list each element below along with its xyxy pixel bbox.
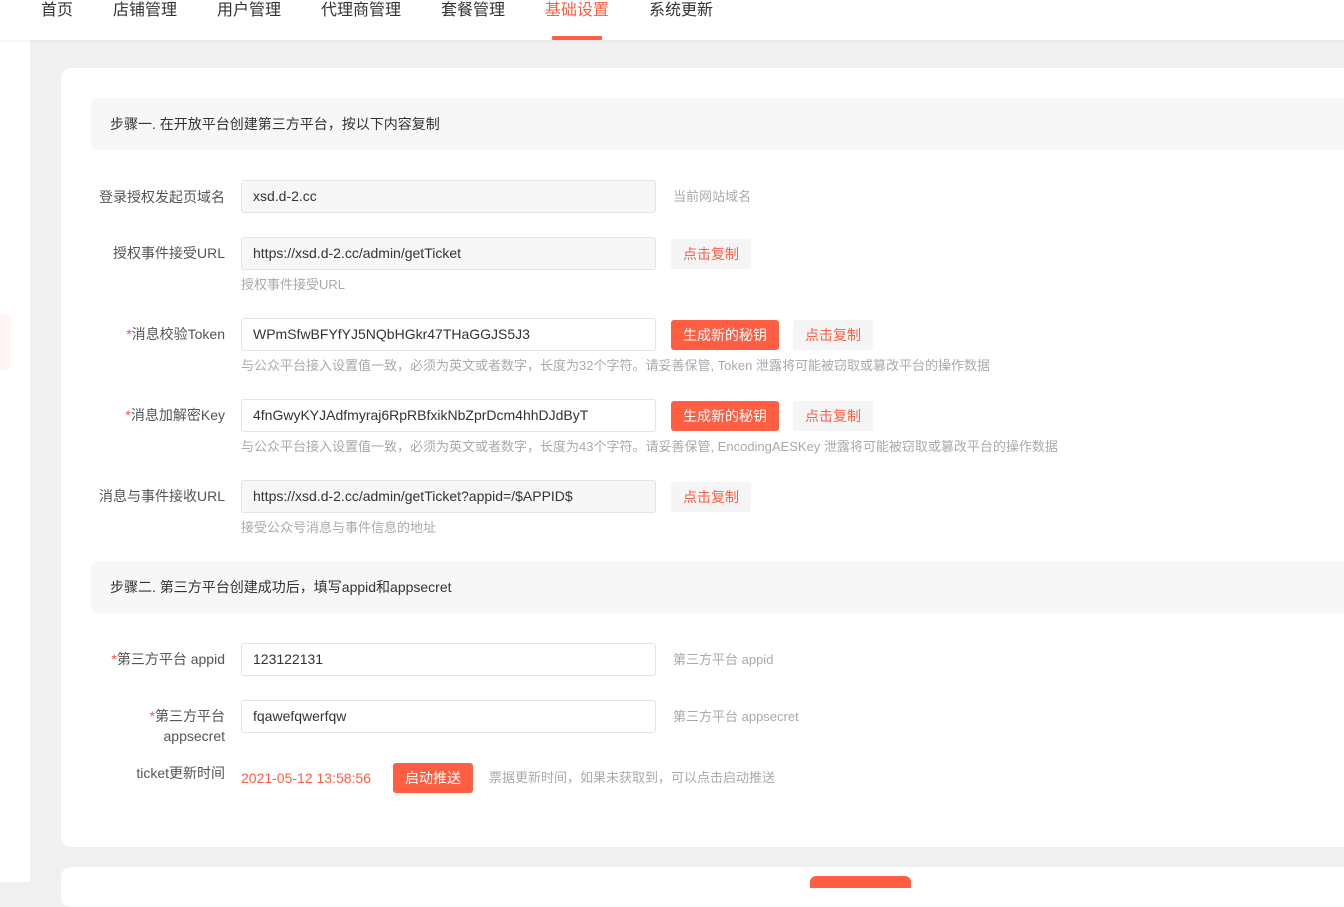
token-copy-button[interactable]: 点击复制	[793, 320, 873, 350]
aes-key-label-text: 消息加解密Key	[130, 407, 225, 423]
token-generate-button[interactable]: 生成新的秘钥	[671, 320, 779, 350]
msg-url-field[interactable]: https://xsd.d-2.cc/admin/getTicket?appid…	[241, 480, 656, 513]
nav-item-home[interactable]: 首页	[41, 0, 73, 40]
aes-key-label: *消息加解密Key	[0, 405, 225, 425]
msg-url-hint: 接受公众号消息与事件信息的地址	[241, 520, 437, 535]
token-hint: 与公众平台接入设置值一致，必须为英文或者数字，长度为32个字符。请妥善保管, T…	[241, 358, 990, 373]
step2-banner: 步骤二. 第三方平台创建成功后，填写appid和appsecret	[91, 561, 1344, 613]
aes-key-field[interactable]: 4fnGwyKYJAdfmyraj6RpRBfxikNbZprDcm4hhDJd…	[241, 399, 656, 432]
nav-item-updates[interactable]: 系统更新	[649, 0, 713, 40]
ticket-time-value: 2021-05-12 13:58:56	[241, 770, 371, 786]
appid-label-text: 第三方平台 appid	[116, 651, 225, 667]
aes-key-hint: 与公众平台接入设置值一致，必须为英文或者数字，长度为43个字符。请妥善保管, E…	[241, 439, 1058, 454]
auth-url-hint: 授权事件接受URL	[241, 277, 346, 292]
aes-key-generate-button[interactable]: 生成新的秘钥	[671, 401, 779, 431]
appid-input[interactable]: 123122131	[241, 643, 656, 676]
nav-item-shop[interactable]: 店铺管理	[113, 0, 177, 40]
start-push-button[interactable]: 启动推送	[393, 763, 473, 793]
token-label: *消息校验Token	[0, 324, 225, 344]
nav-active-indicator	[552, 36, 602, 40]
ticket-time-hint: 票据更新时间，如果未获取到，可以点击启动推送	[489, 770, 776, 785]
msg-url-copy-button[interactable]: 点击复制	[671, 482, 751, 512]
appsecret-label-line2: appsecret	[163, 728, 225, 744]
nav-item-settings[interactable]: 基础设置	[545, 0, 609, 40]
second-card-button[interactable]	[810, 876, 911, 888]
token-field[interactable]: WPmSfwBFYfYJ5NQbHGkr47THaGGJS5J3	[241, 318, 656, 351]
appid-hint: 第三方平台 appid	[673, 652, 774, 667]
appsecret-input[interactable]: fqawefqwerfqw	[241, 700, 656, 733]
appsecret-label: *第三方平台 appsecret	[0, 706, 225, 746]
nav-item-agents[interactable]: 代理商管理	[321, 0, 401, 40]
appsecret-label-line1: 第三方平台	[155, 708, 225, 724]
login-domain-label: 登录授权发起页域名	[99, 189, 225, 205]
step1-banner: 步骤一. 在开放平台创建第三方平台，按以下内容复制	[91, 98, 1344, 150]
sidebar	[0, 40, 30, 882]
login-domain-hint: 当前网站域名	[673, 189, 752, 204]
login-domain-field[interactable]: xsd.d-2.cc	[241, 180, 656, 213]
appsecret-hint: 第三方平台 appsecret	[673, 709, 799, 724]
token-label-text: 消息校验Token	[131, 326, 225, 342]
second-card	[61, 867, 1344, 907]
top-nav: 首页 店铺管理 用户管理 代理商管理 套餐管理 基础设置 系统更新	[0, 0, 1344, 40]
auth-url-label: 授权事件接受URL	[112, 245, 225, 261]
auth-url-field[interactable]: https://xsd.d-2.cc/admin/getTicket	[241, 237, 656, 270]
msg-url-label: 消息与事件接收URL	[98, 488, 225, 504]
ticket-time-label: ticket更新时间	[136, 765, 225, 781]
nav-item-packages[interactable]: 套餐管理	[441, 0, 505, 40]
auth-url-copy-button[interactable]: 点击复制	[671, 239, 751, 269]
appid-label: *第三方平台 appid	[0, 649, 225, 669]
aes-key-copy-button[interactable]: 点击复制	[793, 401, 873, 431]
nav-item-users[interactable]: 用户管理	[217, 0, 281, 40]
